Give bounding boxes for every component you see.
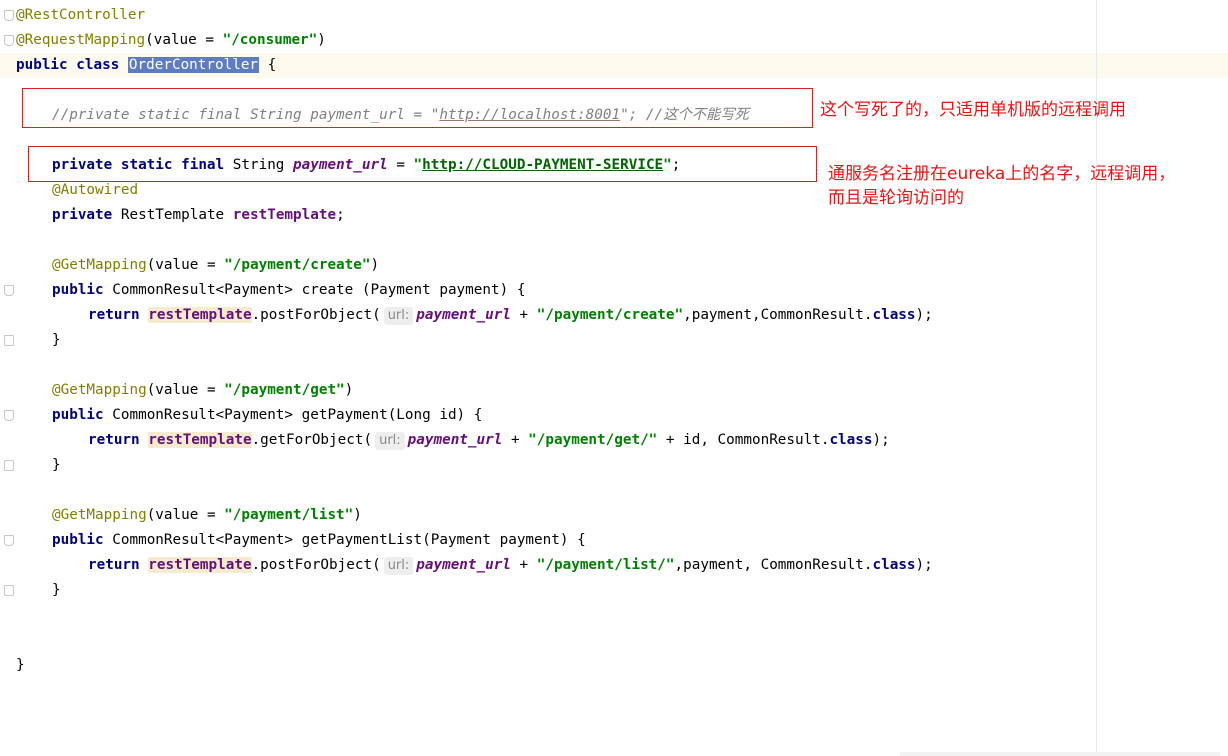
parameter-hint: url: bbox=[383, 557, 414, 575]
code-text: + bbox=[502, 432, 529, 448]
string-literal: "/payment/get/" bbox=[528, 432, 658, 448]
code-text: ) bbox=[344, 382, 354, 398]
field-name: payment_url bbox=[407, 432, 503, 448]
scrollbar-shadow bbox=[900, 752, 1220, 756]
field-name: payment_url bbox=[416, 557, 511, 573]
field-name: restTemplate bbox=[232, 207, 337, 223]
field-reference: restTemplate bbox=[148, 557, 252, 573]
annotation: @GetMapping bbox=[52, 507, 147, 523]
annotation-note-service-line1: 通服务名注册在eureka上的名字，远程调用， bbox=[828, 164, 1176, 184]
keyword: public bbox=[52, 532, 104, 548]
code-line[interactable]: } bbox=[0, 653, 1228, 678]
code-text: CommonResult<Payment> create (Payment pa… bbox=[103, 282, 526, 298]
closing-brace: } bbox=[52, 582, 61, 598]
keyword: private bbox=[52, 207, 113, 223]
string-literal: "/payment/list" bbox=[224, 507, 354, 523]
code-text: ; bbox=[336, 207, 345, 223]
code-line[interactable]: @GetMapping(value = "/payment/create") bbox=[0, 253, 1228, 278]
code-line[interactable]: @GetMapping(value = "/payment/list") bbox=[0, 503, 1228, 528]
code-line[interactable]: return restTemplate.getForObject(url: pay… bbox=[0, 428, 1228, 453]
code-line[interactable]: return restTemplate.postForObject(url: pa… bbox=[0, 303, 1228, 328]
parameter-hint: url: bbox=[375, 432, 405, 450]
code-line[interactable]: @RestController bbox=[0, 3, 1228, 28]
code-text: + id, CommonResult. bbox=[657, 432, 830, 448]
fold-collapse-icon[interactable] bbox=[4, 410, 14, 421]
fold-expand-icon[interactable] bbox=[4, 585, 14, 596]
code-line[interactable]: return restTemplate.postForObject(url: pa… bbox=[0, 553, 1228, 578]
code-text: ,payment, CommonResult. bbox=[674, 557, 873, 573]
keyword: public bbox=[52, 407, 104, 423]
code-line[interactable]: } bbox=[0, 453, 1228, 478]
string-literal: "/payment/create" bbox=[224, 257, 371, 273]
code-line-current[interactable]: public class OrderController { bbox=[0, 53, 1228, 78]
keyword: return bbox=[88, 307, 140, 323]
code-text: (value = bbox=[146, 257, 225, 273]
code-line[interactable]: private RestTemplate restTemplate; bbox=[0, 203, 1228, 228]
highlight-box-service-url bbox=[28, 146, 817, 182]
field-reference: restTemplate bbox=[148, 307, 252, 323]
code-text: (value = bbox=[146, 507, 225, 523]
code-text: CommonResult<Payment> getPayment(Long id… bbox=[103, 407, 483, 423]
parameter-hint: url: bbox=[383, 307, 414, 325]
field-reference: restTemplate bbox=[148, 432, 252, 448]
string-literal: "/consumer" bbox=[222, 32, 318, 48]
code-text: ) bbox=[317, 32, 326, 48]
code-line[interactable]: public CommonResult<Payment> create (Pay… bbox=[0, 278, 1228, 303]
code-line[interactable]: } bbox=[0, 328, 1228, 353]
code-text: CommonResult<Payment> getPaymentList(Pay… bbox=[103, 532, 586, 548]
field-name: payment_url bbox=[416, 307, 511, 323]
string-literal: "/payment/create" bbox=[536, 307, 684, 323]
code-text: ); bbox=[872, 432, 890, 448]
annotation: @RequestMapping bbox=[16, 32, 146, 48]
closing-brace: } bbox=[52, 332, 61, 348]
code-line[interactable]: public CommonResult<Payment> getPaymentL… bbox=[0, 528, 1228, 553]
keyword: public bbox=[52, 282, 104, 298]
code-text: (value = bbox=[146, 382, 225, 398]
string-literal: "/payment/list/" bbox=[536, 557, 675, 573]
code-text: ); bbox=[915, 307, 933, 323]
code-text: ) bbox=[370, 257, 380, 273]
keyword: return bbox=[88, 432, 140, 448]
method-call: .getForObject( bbox=[251, 432, 373, 448]
keyword: public bbox=[16, 57, 68, 73]
code-text: (value = bbox=[145, 32, 223, 48]
annotation: @GetMapping bbox=[52, 257, 147, 273]
keyword: return bbox=[88, 557, 140, 573]
fold-collapse-icon[interactable] bbox=[4, 535, 14, 546]
code-line[interactable]: public CommonResult<Payment> getPayment(… bbox=[0, 403, 1228, 428]
closing-brace: } bbox=[16, 657, 25, 673]
fold-collapse-icon[interactable] bbox=[4, 285, 14, 296]
string-literal: "/payment/get" bbox=[224, 382, 345, 398]
highlight-box-hardcoded-url bbox=[22, 88, 813, 128]
code-line[interactable]: @RequestMapping(value = "/consumer") bbox=[0, 28, 1228, 53]
keyword: class bbox=[872, 557, 916, 573]
keyword: class bbox=[829, 432, 873, 448]
code-line[interactable]: } bbox=[0, 578, 1228, 603]
fold-collapse-icon[interactable] bbox=[4, 35, 14, 46]
type-name: RestTemplate bbox=[112, 207, 233, 223]
method-call: .postForObject( bbox=[251, 307, 381, 323]
code-line[interactable]: @GetMapping(value = "/payment/get") bbox=[0, 378, 1228, 403]
code-text: + bbox=[510, 307, 537, 323]
keyword: class bbox=[872, 307, 916, 323]
code-text: ,payment,CommonResult. bbox=[683, 307, 873, 323]
code-text: ); bbox=[915, 557, 933, 573]
code-text: ) bbox=[353, 507, 362, 523]
fold-collapse-icon[interactable] bbox=[4, 10, 14, 21]
code-text: + bbox=[510, 557, 537, 573]
fold-expand-icon[interactable] bbox=[4, 460, 14, 471]
closing-brace: } bbox=[52, 457, 61, 473]
annotation-note-hardcoded: 这个写死了的，只适用单机版的远程调用 bbox=[820, 100, 1126, 120]
keyword: class bbox=[76, 57, 120, 73]
annotation: @GetMapping bbox=[52, 382, 147, 398]
annotation: @RestController bbox=[16, 7, 146, 23]
class-name-selected[interactable]: OrderController bbox=[127, 57, 260, 73]
fold-expand-icon[interactable] bbox=[4, 335, 14, 346]
annotation-note-service-line2: 而且是轮询访问的 bbox=[828, 188, 964, 208]
code-editor[interactable]: @RestController @RequestMapping(value = … bbox=[0, 0, 1228, 756]
annotation: @Autowired bbox=[52, 182, 139, 198]
method-call: .postForObject( bbox=[251, 557, 381, 573]
code-text: { bbox=[259, 57, 277, 73]
